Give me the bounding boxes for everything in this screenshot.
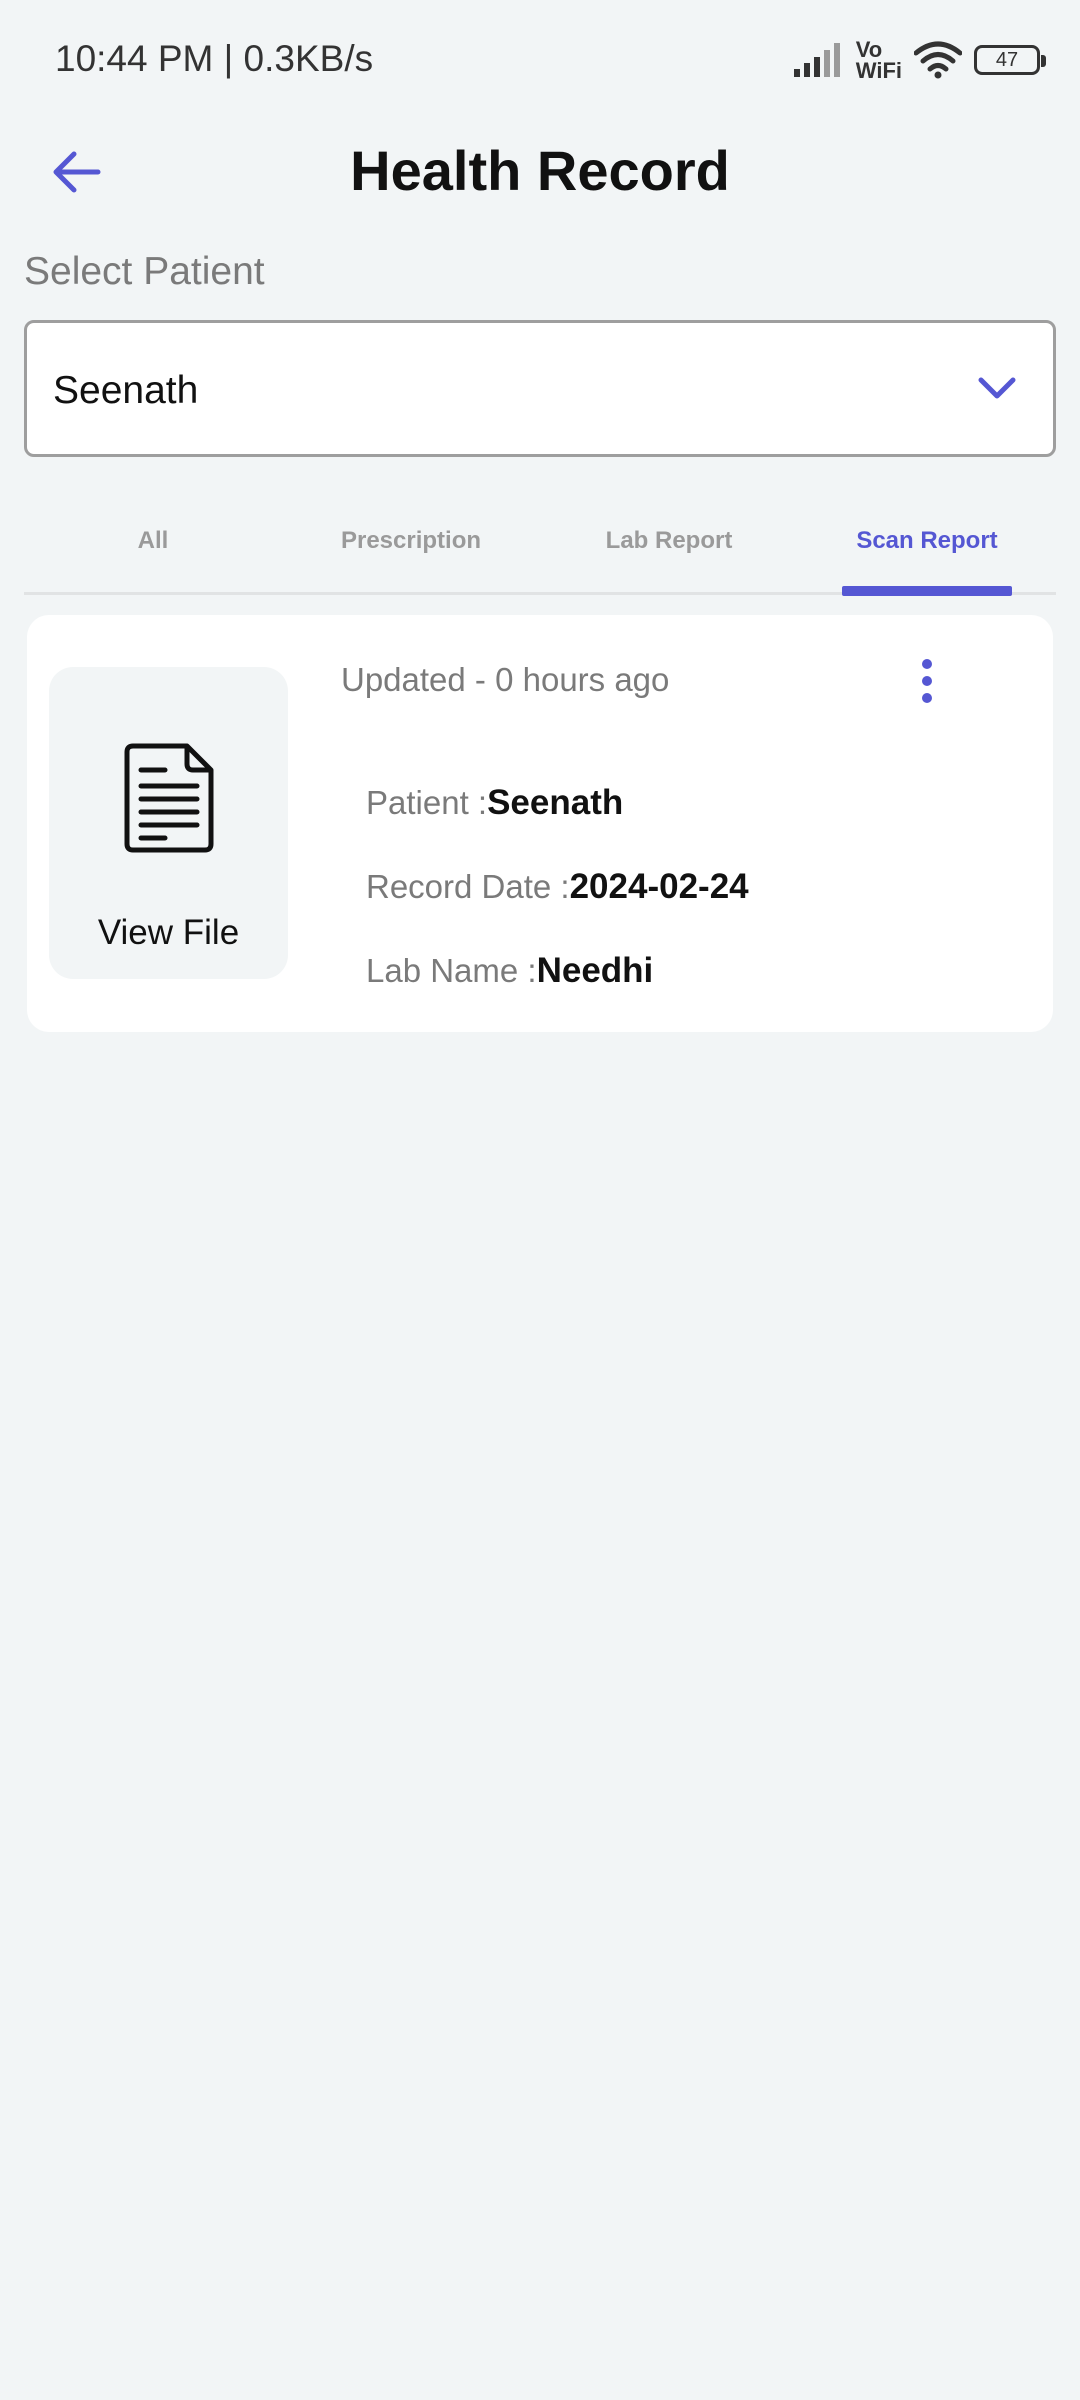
chevron-down-icon [978, 377, 1016, 399]
lab-name-detail: Lab Name :Needhi [366, 951, 653, 991]
view-file-label: View File [97, 913, 240, 952]
tab-lab-report[interactable]: Lab Report [540, 498, 798, 584]
record-type-tabs: All Prescription Lab Report Scan Report [24, 498, 1056, 596]
patient-select-value: Seenath [53, 369, 199, 412]
tab-prescription[interactable]: Prescription [282, 498, 540, 584]
view-file-button[interactable]: View File [49, 667, 288, 979]
wifi-icon [914, 41, 962, 79]
lab-name-value: Needhi [536, 951, 654, 990]
lab-name-label: Lab Name : [366, 952, 537, 989]
patient-detail: Patient :Seenath [366, 783, 623, 823]
tab-all[interactable]: All [24, 498, 282, 584]
page-title: Health Record [350, 139, 730, 202]
status-bar: 10:44 PM | 0.3KB/s Vo WiFi 47 [0, 0, 1080, 120]
status-time: 10:44 PM | 0.3KB/s [55, 38, 374, 79]
patient-label: Patient : [366, 784, 488, 821]
document-icon [124, 743, 214, 853]
select-patient-label: Select Patient [24, 250, 265, 293]
status-icons: Vo WiFi 47 [793, 34, 1046, 86]
vowifi-bottom: WiFi [855, 58, 902, 83]
battery-icon: 47 [974, 45, 1046, 75]
record-date-detail: Record Date :2024-02-24 [366, 867, 749, 907]
battery-level: 47 [995, 48, 1019, 71]
app-header: Health Record [0, 120, 1080, 220]
record-date-label: Record Date : [366, 868, 570, 905]
patient-select-dropdown[interactable]: Seenath [24, 320, 1056, 457]
more-options-button[interactable] [908, 655, 946, 715]
tab-scan-report[interactable]: Scan Report [798, 498, 1056, 584]
active-tab-indicator [842, 586, 1012, 596]
patient-value: Seenath [487, 783, 624, 822]
vowifi-top: Vo [855, 37, 883, 62]
record-date-value: 2024-02-24 [569, 867, 749, 906]
vowifi-icon: Vo WiFi [855, 37, 902, 83]
signal-icon [793, 43, 840, 77]
record-card: View File Updated - 0 hours ago Patient … [27, 615, 1053, 1032]
updated-text: Updated - 0 hours ago [341, 661, 670, 698]
more-vert-icon [922, 659, 932, 669]
